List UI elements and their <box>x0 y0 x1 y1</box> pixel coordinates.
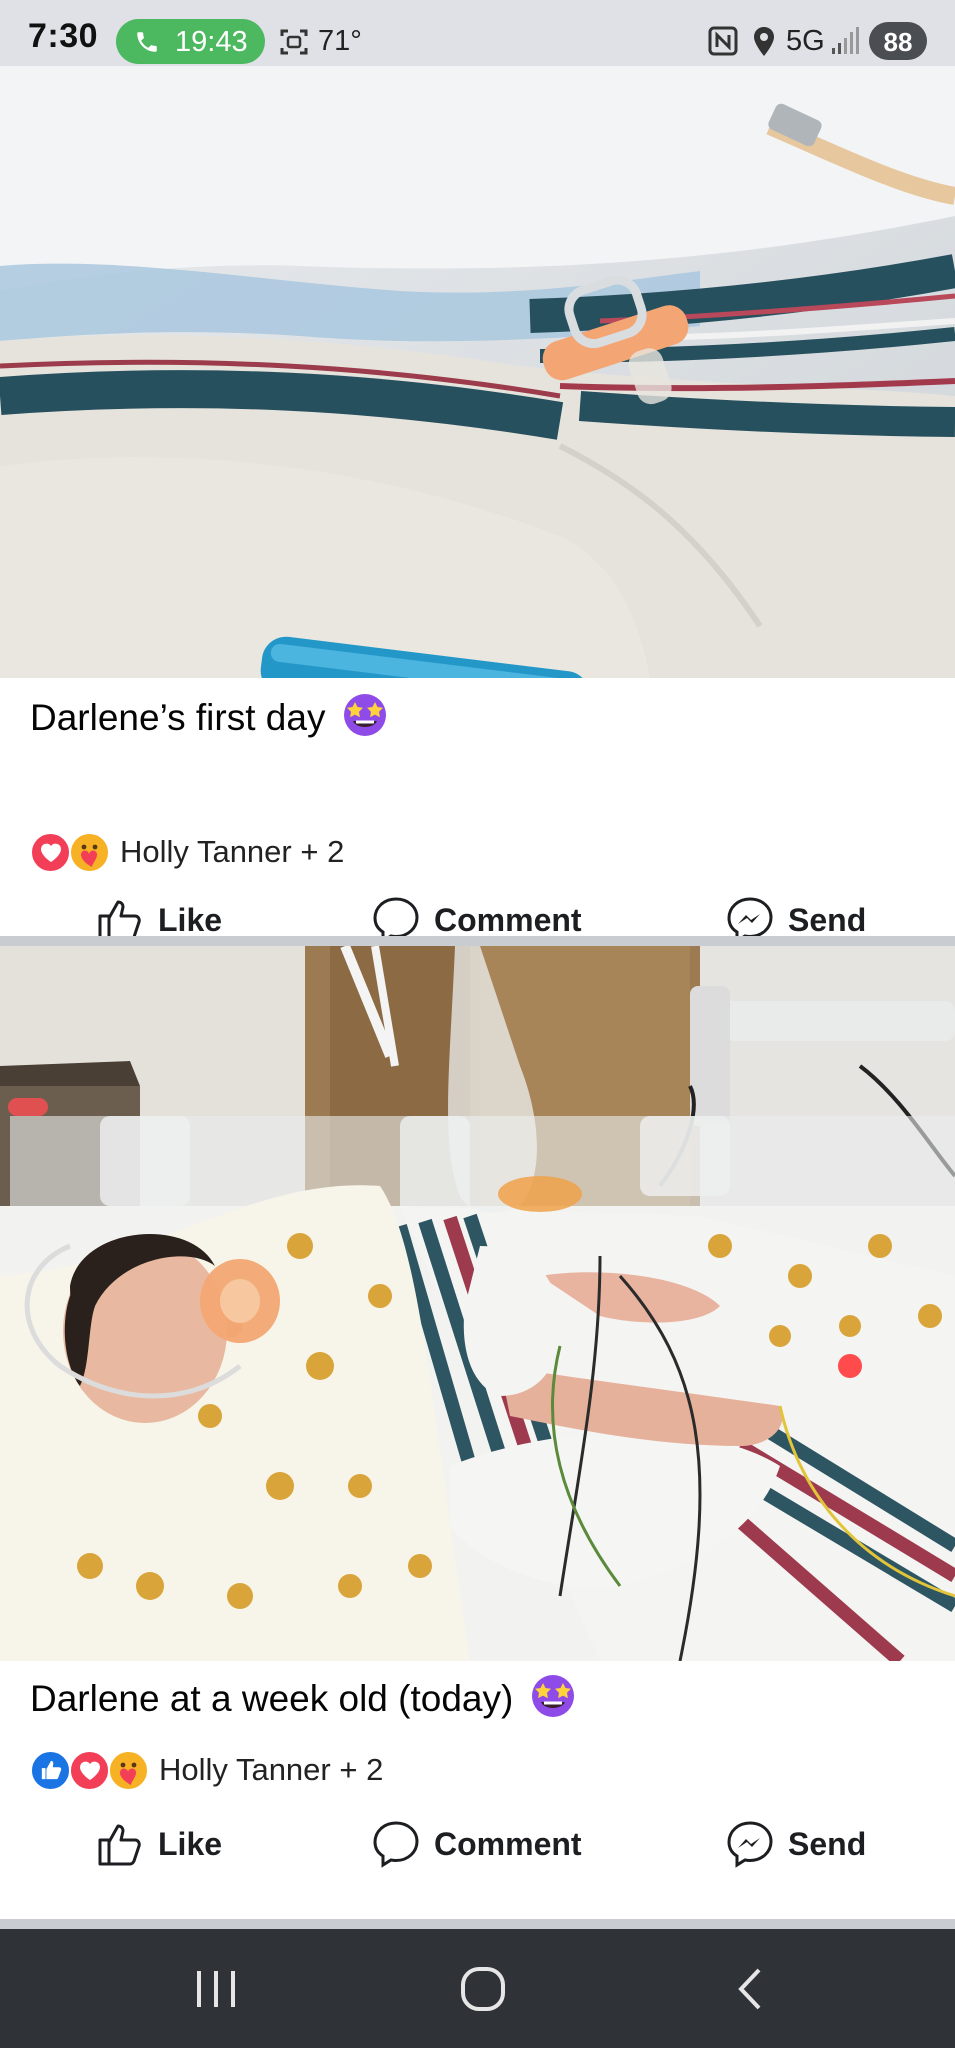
reaction-summary[interactable]: Holly Tanner + 2 <box>30 1748 383 1792</box>
star-struck-emoji <box>530 1673 576 1728</box>
like-button[interactable]: Like <box>96 1804 222 1884</box>
feed-post: Darlene at a week old (today) Holly Tann… <box>0 946 955 1926</box>
comment-label: Comment <box>434 1825 582 1862</box>
feed-post: Darlene’s first day Holly Tanner + 2 Lik… <box>0 66 955 944</box>
reaction-summary[interactable]: Holly Tanner + 2 <box>30 830 344 874</box>
post-divider <box>0 936 955 946</box>
star-struck-emoji <box>342 692 388 747</box>
thumbs-up-icon <box>98 1824 141 1866</box>
post-divider <box>0 1919 955 1929</box>
status-bar: 7:30 19:43 71° 5G 88 <box>0 0 955 66</box>
post-caption: Darlene at a week old (today) <box>30 1673 576 1728</box>
temperature: 71° <box>318 25 362 57</box>
back-icon <box>738 1968 761 2009</box>
system-nav-bar <box>0 1929 955 2048</box>
love-reaction-icon <box>30 831 71 873</box>
call-timer: 19:43 <box>175 26 248 58</box>
reaction-names: Holly Tanner + 2 <box>159 1752 384 1787</box>
home-icon <box>461 1966 505 2011</box>
comment-label: Comment <box>434 901 582 938</box>
screen-scan-icon <box>280 29 308 55</box>
comment-button[interactable]: Comment <box>372 1804 582 1884</box>
caption-text: Darlene’s first day <box>30 697 326 738</box>
location-icon <box>754 27 774 56</box>
send-button[interactable]: Send <box>726 1804 866 1884</box>
post-actions: Like Comment Send <box>0 1804 955 1884</box>
reaction-names: Holly Tanner + 2 <box>120 834 345 869</box>
home-button[interactable] <box>423 1929 543 2048</box>
ongoing-call-pill[interactable]: 19:43 <box>116 19 265 64</box>
status-time: 7:30 <box>28 17 99 55</box>
care-reaction-icon <box>108 1749 149 1791</box>
post-photo[interactable] <box>0 66 955 678</box>
phone-icon <box>137 32 157 52</box>
back-button[interactable] <box>690 1929 810 2048</box>
network-type: 5G <box>786 25 825 57</box>
messenger-icon <box>727 1821 773 1868</box>
recents-button[interactable] <box>156 1929 276 2048</box>
post-caption: Darlene’s first day <box>30 692 388 747</box>
like-label: Like <box>158 901 223 938</box>
battery-level: 88 <box>883 27 913 57</box>
like-label: Like <box>158 1825 223 1862</box>
signal-icon <box>832 27 859 54</box>
love-reaction-icon <box>69 1749 110 1791</box>
like-reaction-icon <box>30 1749 71 1791</box>
photo-hospital-blanket <box>0 66 955 678</box>
nfc-icon <box>708 26 738 56</box>
care-reaction-icon <box>69 831 110 873</box>
caption-text: Darlene at a week old (today) <box>30 1678 514 1719</box>
send-label: Send <box>788 901 867 938</box>
send-label: Send <box>788 1825 867 1862</box>
comment-icon <box>373 1821 419 1868</box>
recents-icon <box>197 1970 235 2007</box>
photo-newborn-in-bassinet <box>0 946 955 1661</box>
post-photo[interactable] <box>0 946 955 1661</box>
battery-indicator: 88 <box>869 22 927 60</box>
